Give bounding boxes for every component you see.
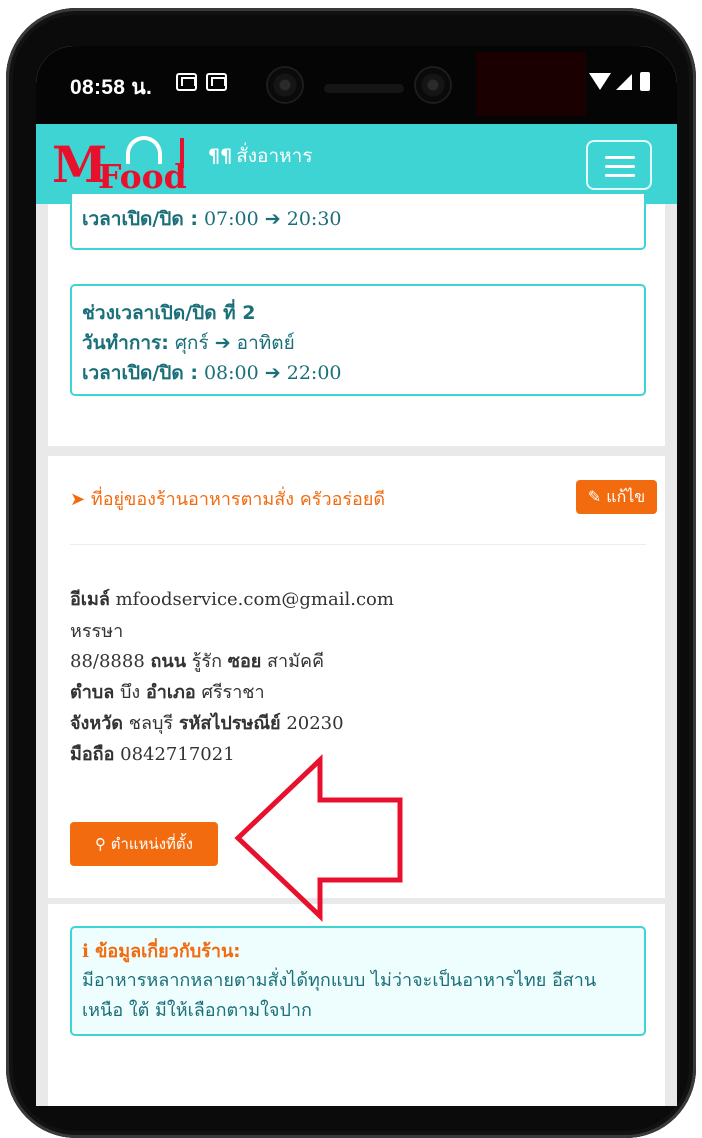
- email-label: อีเมล์: [70, 589, 110, 610]
- address-card: ➤ ที่อยู่ของร้านอาหารตามสั่ง ครัวอร่อยดี…: [48, 456, 665, 898]
- shop-info-card: ℹ ข้อมูลเกี่ยวกับร้าน: มีอาหารหลากหลายตา…: [48, 904, 665, 1106]
- district-label: อำเภอ: [145, 682, 196, 703]
- arrow-right-icon: ➔: [264, 208, 281, 230]
- map-marker-icon: ⚲: [94, 835, 106, 853]
- menu-icon-bar: [605, 174, 635, 177]
- road-label: ถนน: [150, 651, 187, 672]
- shop-info-alert: ℹ ข้อมูลเกี่ยวกับร้าน: มีอาหารหลากหลายตา…: [70, 926, 646, 1036]
- close-time: 20:30: [286, 208, 342, 230]
- street-row: 88/8888 ถนน รู้รัก ซอย สามัคคี: [70, 646, 324, 675]
- pencil-icon: ✎: [587, 487, 602, 506]
- open-time: 07:00: [203, 208, 259, 230]
- arrow-right-icon: ➔: [214, 332, 231, 354]
- phone-screen: 08:58 น. M Food ¶¶ สั่งอาหาร เวลาเปิด/ปิ…: [36, 46, 677, 1106]
- menu-icon-bar: [605, 165, 635, 168]
- hours-slot-1: เวลาเปิด/ปิด : 07:00 ➔ 20:30: [70, 194, 646, 250]
- page-content: เวลาเปิด/ปิด : 07:00 ➔ 20:30 ช่วงเวลาเปิ…: [36, 194, 677, 1106]
- soi-value: สามัคคี: [267, 651, 325, 672]
- time-label: เวลาเปิด/ปิด :: [82, 362, 198, 384]
- road-value: รู้รัก: [191, 651, 222, 672]
- brand-link[interactable]: ¶¶ สั่งอาหาร: [208, 141, 313, 171]
- info-title-text: ข้อมูลเกี่ยวกับร้าน:: [95, 941, 241, 962]
- menu-icon: [605, 156, 635, 159]
- district-row: ตำบล บึง อำเภอ ศรีราชา: [70, 677, 265, 706]
- edit-address-button[interactable]: ✎ แก้ไข: [576, 480, 657, 514]
- fork-icon: [180, 138, 184, 168]
- slot-title: ช่วงเวลาเปิด/ปิด ที่ 2: [82, 302, 256, 324]
- mobile-value: 0842717021: [120, 744, 235, 765]
- subdistrict-label: ตำบล: [70, 682, 115, 703]
- location-button-label: ตำแหน่งที่ตั้ง: [110, 835, 194, 853]
- utensils-icon: ¶¶: [208, 145, 233, 167]
- info-body: มีอาหารหลากหลายตามสั่งได้ทุกแบบ ไม่ว่าจะ…: [82, 970, 597, 1021]
- arrow-right-icon: ➔: [264, 362, 281, 384]
- opening-hours-card: เวลาเปิด/ปิด : 07:00 ➔ 20:30 ช่วงเวลาเปิ…: [48, 194, 665, 446]
- brand-label: สั่งอาหาร: [236, 145, 313, 167]
- info-title: ℹ ข้อมูลเกี่ยวกับร้าน:: [82, 936, 240, 965]
- hours-slot-2-title: ช่วงเวลาเปิด/ปิด ที่ 2: [82, 298, 256, 328]
- day-to: อาทิตย์: [236, 332, 295, 354]
- battery-icon: [640, 72, 650, 91]
- front-sensor-icon: [416, 68, 450, 102]
- mobile-row: มือถือ 0842717021: [70, 739, 235, 768]
- email-value: mfoodservice.com@gmail.com: [115, 589, 394, 610]
- divider: [70, 544, 646, 545]
- province-row: จังหวัด ชลบุรี รหัสไปรษณีย์ 20230: [70, 708, 344, 737]
- postcode-value: 20230: [286, 713, 344, 734]
- address-title-text: ที่อยู่ของร้านอาหารตามสั่ง ครัวอร่อยดี: [90, 489, 386, 510]
- navbar: M Food ¶¶ สั่งอาหาร: [36, 124, 677, 204]
- location-button[interactable]: ⚲ ตำแหน่งที่ตั้ง: [70, 822, 218, 866]
- district-value: ศรีราชา: [201, 682, 265, 703]
- house-number: 88/8888: [70, 651, 145, 672]
- mfood-logo[interactable]: M Food: [48, 130, 218, 200]
- mail-icon: [206, 73, 227, 91]
- logo-word-food: Food: [98, 157, 187, 196]
- open-time: 08:00: [203, 362, 259, 384]
- info-circle-icon: ℹ: [82, 941, 89, 962]
- hours-slot-1-time: เวลาเปิด/ปิด : 07:00 ➔ 20:30: [82, 204, 342, 234]
- gmail-icon: [176, 73, 197, 91]
- status-bar: 08:58 น.: [36, 46, 677, 124]
- contact-name: หรรษา: [70, 621, 124, 642]
- subdistrict-value: บึง: [120, 682, 141, 703]
- signal-icon: [616, 74, 632, 90]
- notch-area: [476, 52, 586, 116]
- hours-slot-2-days: วันทำการ: ศุกร์ ➔ อาทิตย์: [82, 328, 295, 358]
- hours-slot-2-time: เวลาเปิด/ปิด : 08:00 ➔ 22:00: [82, 358, 342, 388]
- menu-toggle-button[interactable]: [586, 140, 652, 190]
- soi-label: ซอย: [227, 651, 262, 672]
- location-arrow-icon: ➤: [70, 489, 86, 510]
- close-time: 22:00: [286, 362, 342, 384]
- province-label: จังหวัด: [70, 713, 123, 734]
- hours-slot-2: ช่วงเวลาเปิด/ปิด ที่ 2 วันทำการ: ศุกร์ ➔…: [70, 284, 646, 396]
- day-from: ศุกร์: [174, 332, 209, 354]
- wifi-icon: [589, 73, 611, 90]
- mobile-label: มือถือ: [70, 744, 115, 765]
- days-label: วันทำการ:: [82, 332, 169, 354]
- edit-label: แก้ไข: [606, 487, 646, 506]
- time-label: เวลาเปิด/ปิด :: [82, 208, 198, 230]
- email-row: อีเมล์ mfoodservice.com@gmail.com: [70, 584, 394, 613]
- phone-frame: 08:58 น. M Food ¶¶ สั่งอาหาร เวลาเปิด/ปิ…: [6, 8, 696, 1138]
- postcode-label: รหัสไปรษณีย์: [178, 713, 281, 734]
- speaker-grille: [324, 84, 404, 93]
- address-title: ➤ ที่อยู่ของร้านอาหารตามสั่ง ครัวอร่อยดี: [70, 484, 385, 513]
- province-value: ชลบุรี: [128, 713, 174, 734]
- status-time: 08:58 น.: [70, 76, 153, 99]
- front-camera-icon: [268, 68, 302, 102]
